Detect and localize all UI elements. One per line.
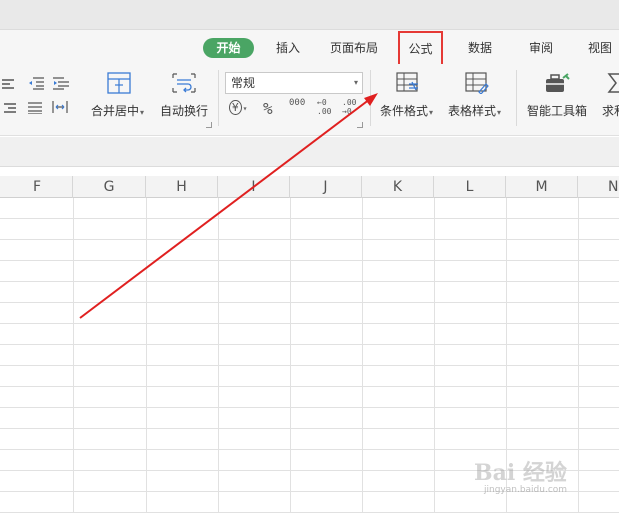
- ribbon-separator: [370, 70, 371, 126]
- chevron-down-icon: ▾: [497, 108, 502, 117]
- table-style-button[interactable]: 表格样式▾: [448, 102, 501, 119]
- currency-icon[interactable]: ¥ ▾: [229, 100, 247, 115]
- watermark-url: jingyan.baidu.com: [484, 485, 568, 495]
- merge-center-label: 合并居中: [91, 104, 140, 118]
- title-bar: [0, 0, 619, 30]
- tab-page-layout[interactable]: 页面布局: [325, 38, 383, 58]
- wrap-text-icon[interactable]: [172, 72, 196, 94]
- increase-decimal-icon[interactable]: ←0 .00: [316, 98, 334, 116]
- column-gridline: [434, 198, 435, 513]
- row-gridline: [0, 260, 619, 261]
- row-gridline: [0, 428, 619, 429]
- column-gridline: [73, 198, 74, 513]
- tab-insert[interactable]: 插入: [270, 38, 306, 58]
- group-launcher-icon[interactable]: [206, 122, 212, 128]
- chevron-down-icon: ▾: [429, 108, 434, 117]
- decrease-indent-icon[interactable]: [28, 76, 44, 90]
- column-header[interactable]: H: [146, 176, 218, 198]
- formula-bar: [0, 137, 619, 167]
- row-gridline: [0, 407, 619, 408]
- distribute-icon[interactable]: [52, 100, 68, 114]
- svg-text:←0: ←0: [317, 98, 327, 107]
- column-header[interactable]: F: [0, 176, 73, 198]
- tab-data[interactable]: 数据: [463, 38, 497, 58]
- toolbox-icon[interactable]: [544, 72, 570, 94]
- column-gridline: [362, 198, 363, 513]
- smart-toolbox-button[interactable]: 智能工具箱: [527, 102, 587, 119]
- conditional-format-button[interactable]: 条件格式▾: [380, 102, 433, 119]
- group-launcher-icon[interactable]: [357, 122, 363, 128]
- column-gridline: [218, 198, 219, 513]
- column-header[interactable]: M: [506, 176, 578, 198]
- conditional-format-icon[interactable]: [396, 72, 420, 94]
- ribbon-separator: [218, 70, 219, 126]
- chevron-down-icon: ▾: [140, 108, 145, 117]
- merge-center-icon[interactable]: [107, 72, 131, 94]
- watermark-logo: Bai 经验: [474, 460, 567, 486]
- sum-icon[interactable]: [607, 72, 619, 94]
- justify-icon[interactable]: [28, 102, 42, 114]
- tab-formulas[interactable]: 公式: [398, 31, 443, 67]
- tab-view[interactable]: 视图: [583, 38, 617, 58]
- column-header[interactable]: N: [578, 176, 619, 198]
- decrease-decimal-icon[interactable]: .00 →0: [341, 98, 359, 116]
- watermark: Bai 经验 jingyan.baidu.com: [474, 455, 594, 505]
- row-gridline: [0, 365, 619, 366]
- column-header-row: F G H I J K L M N: [0, 176, 619, 198]
- column-header[interactable]: I: [218, 176, 290, 198]
- row-gridline: [0, 302, 619, 303]
- column-gridline: [290, 198, 291, 513]
- column-gridline: [146, 198, 147, 513]
- conditional-format-label: 条件格式: [380, 104, 429, 118]
- thousands-separator-icon[interactable]: 000: [289, 98, 305, 108]
- sum-button[interactable]: 求和: [602, 102, 619, 119]
- align-left-icon[interactable]: [2, 78, 16, 90]
- align-right-icon[interactable]: [2, 102, 16, 114]
- svg-text:.00: .00: [342, 98, 357, 107]
- row-gridline: [0, 218, 619, 219]
- tab-home[interactable]: 开始: [203, 38, 254, 58]
- merge-center-button[interactable]: 合并居中▾: [91, 102, 144, 119]
- row-gridline: [0, 386, 619, 387]
- row-gridline: [0, 344, 619, 345]
- column-header[interactable]: K: [362, 176, 434, 198]
- row-gridline: [0, 449, 619, 450]
- row-gridline: [0, 323, 619, 324]
- percent-icon[interactable]: %: [263, 99, 273, 118]
- ribbon-tab-bar: 开始 插入 页面布局 公式 数据 审阅 视图: [0, 30, 619, 67]
- column-header[interactable]: G: [73, 176, 146, 198]
- ribbon-toolbar: 合并居中▾ 自动换行 常规 ▾ ¥ ▾ % 000 ←0 .00 .00 →0 条…: [0, 64, 619, 136]
- row-gridline: [0, 281, 619, 282]
- number-format-value: 常规: [231, 76, 256, 90]
- tab-review[interactable]: 审阅: [524, 38, 558, 58]
- ribbon-separator: [516, 70, 517, 126]
- row-gridline: [0, 239, 619, 240]
- number-format-select[interactable]: 常规 ▾: [225, 72, 363, 94]
- column-header[interactable]: L: [434, 176, 506, 198]
- increase-indent-icon[interactable]: [53, 76, 69, 90]
- svg-text:.00: .00: [317, 107, 332, 116]
- wrap-text-button[interactable]: 自动换行: [160, 102, 208, 119]
- svg-text:→0: →0: [342, 107, 352, 116]
- column-header[interactable]: J: [290, 176, 362, 198]
- table-style-label: 表格样式: [448, 104, 497, 118]
- chevron-down-icon: ▾: [353, 78, 358, 87]
- table-style-icon[interactable]: [465, 72, 489, 94]
